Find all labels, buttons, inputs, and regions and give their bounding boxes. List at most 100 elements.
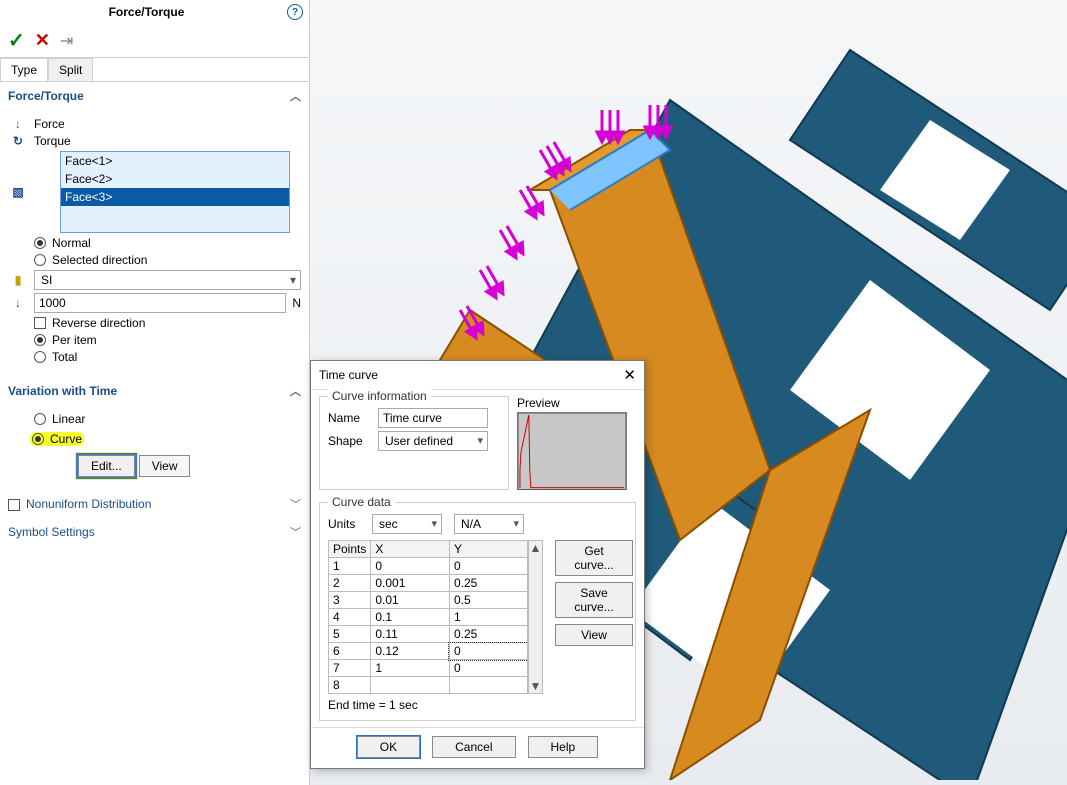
view-curve-button[interactable]: View bbox=[555, 624, 633, 646]
table-row: 100 bbox=[329, 558, 528, 575]
radio-off-icon bbox=[34, 413, 46, 425]
panel-header: Force/Torque ? bbox=[0, 0, 309, 24]
face-item[interactable]: Face<1> bbox=[61, 152, 289, 170]
table-row: 50.110.25 bbox=[329, 626, 528, 643]
radio-on-icon bbox=[32, 433, 44, 445]
section-nonuniform-title: Nonuniform Distribution bbox=[26, 497, 151, 511]
radio-off-icon bbox=[34, 254, 46, 266]
close-icon[interactable]: ✕ bbox=[623, 366, 636, 384]
cancel-icon[interactable]: ✕ bbox=[35, 30, 50, 51]
accept-icon[interactable]: ✓ bbox=[8, 28, 25, 53]
section-variation-body: Linear Curve Edit... View bbox=[0, 405, 309, 490]
section-nonuniform-header[interactable]: Nonuniform Distribution ﹀ bbox=[0, 490, 309, 518]
table-row: 30.010.5 bbox=[329, 592, 528, 609]
radio-on-icon bbox=[34, 334, 46, 346]
units-icon: ▮ bbox=[8, 273, 28, 287]
units-y-select[interactable]: N/A bbox=[454, 514, 524, 534]
view-button[interactable]: View bbox=[139, 455, 191, 477]
edit-button[interactable]: Edit... bbox=[78, 455, 135, 477]
help-icon[interactable]: ? bbox=[287, 4, 303, 20]
per-item-label: Per item bbox=[52, 333, 97, 347]
chevron-up-icon: ︿ bbox=[290, 88, 301, 104]
table-scrollbar[interactable]: ▲▼ bbox=[528, 540, 543, 694]
force-value-icon: ↓ bbox=[8, 296, 28, 310]
curve-side-buttons: Get curve... Save curve... View bbox=[555, 540, 633, 694]
per-item-radio[interactable]: Per item bbox=[34, 333, 301, 347]
variation-curve-label: Curve bbox=[50, 432, 82, 446]
tab-row: Type Split bbox=[0, 58, 309, 82]
force-icon: ↓ bbox=[8, 117, 28, 131]
unit-system-select[interactable]: SI bbox=[34, 270, 301, 290]
curve-data-legend: Curve data bbox=[328, 495, 395, 509]
dialog-title: Time curve bbox=[319, 368, 378, 382]
direction-radio-selected[interactable]: Selected direction bbox=[34, 253, 301, 267]
col-points: Points bbox=[329, 541, 371, 558]
section-forcetorque-body: ↓ Force ↻ Torque ▧ Face<1> Face<2> Face<… bbox=[0, 110, 309, 377]
section-variation-header[interactable]: Variation with Time ︿ bbox=[0, 377, 309, 405]
section-forcetorque-header[interactable]: Force/Torque ︿ bbox=[0, 82, 309, 110]
checkbox-off-icon bbox=[34, 317, 46, 329]
preview-box bbox=[517, 412, 627, 490]
ok-button[interactable]: OK bbox=[357, 736, 420, 758]
force-label[interactable]: Force bbox=[34, 117, 65, 131]
cancel-button[interactable]: Cancel bbox=[432, 736, 515, 758]
chevron-down-icon: ﹀ bbox=[290, 496, 301, 512]
units-x-select[interactable]: sec bbox=[372, 514, 442, 534]
variation-linear-radio[interactable]: Linear bbox=[34, 412, 301, 426]
get-curve-button[interactable]: Get curve... bbox=[555, 540, 633, 576]
time-curve-dialog: Time curve ✕ Curve information Name Shap… bbox=[310, 360, 645, 769]
curve-data-group: Curve data Units sec N/A Points X Y 100 … bbox=[319, 502, 636, 721]
force-value-input[interactable]: 1000 bbox=[34, 293, 286, 313]
curve-name-input[interactable] bbox=[378, 408, 488, 428]
checkbox-off-icon bbox=[8, 499, 20, 511]
dialog-button-row: OK Cancel Help bbox=[311, 727, 644, 768]
panel-title: Force/Torque bbox=[6, 5, 287, 19]
chevron-up-icon: ︿ bbox=[290, 383, 301, 399]
face-selection-list[interactable]: Face<1> Face<2> Face<3> bbox=[60, 151, 290, 233]
curve-info-legend: Curve information bbox=[328, 389, 431, 403]
variation-curve-radio[interactable]: Curve bbox=[30, 432, 84, 446]
property-panel: Force/Torque ? ✓ ✕ ⇥ Type Split Force/To… bbox=[0, 0, 310, 785]
direction-selected-label: Selected direction bbox=[52, 253, 147, 267]
col-x: X bbox=[371, 541, 450, 558]
col-y: Y bbox=[449, 541, 527, 558]
pin-icon[interactable]: ⇥ bbox=[60, 31, 73, 51]
reverse-direction-checkbox[interactable]: Reverse direction bbox=[34, 316, 301, 330]
shape-select[interactable]: User defined bbox=[378, 431, 488, 451]
table-row: 20.0010.25 bbox=[329, 575, 528, 592]
scroll-down-icon[interactable]: ▼ bbox=[530, 679, 542, 693]
table-row: 710 bbox=[329, 660, 528, 677]
help-button[interactable]: Help bbox=[528, 736, 599, 758]
units-label: Units bbox=[328, 517, 366, 531]
tab-split[interactable]: Split bbox=[48, 58, 93, 81]
total-label: Total bbox=[52, 350, 77, 364]
save-curve-button[interactable]: Save curve... bbox=[555, 582, 633, 618]
section-forcetorque-title: Force/Torque bbox=[8, 89, 84, 103]
face-item[interactable]: Face<2> bbox=[61, 170, 289, 188]
torque-label[interactable]: Torque bbox=[34, 134, 71, 148]
force-unit-label: N bbox=[292, 296, 301, 310]
section-symbol-title: Symbol Settings bbox=[8, 525, 95, 539]
confirm-row: ✓ ✕ ⇥ bbox=[0, 24, 309, 58]
variation-linear-label: Linear bbox=[52, 412, 85, 426]
tab-type[interactable]: Type bbox=[0, 58, 48, 81]
dialog-titlebar[interactable]: Time curve ✕ bbox=[311, 361, 644, 390]
end-time-label: End time = 1 sec bbox=[328, 698, 627, 712]
total-radio[interactable]: Total bbox=[34, 350, 301, 364]
direction-normal-label: Normal bbox=[52, 236, 91, 250]
curve-data-table[interactable]: Points X Y 100 20.0010.25 30.010.5 40.11… bbox=[328, 540, 528, 694]
table-row: 8 bbox=[329, 677, 528, 694]
radio-off-icon bbox=[34, 351, 46, 363]
reverse-direction-label: Reverse direction bbox=[52, 316, 145, 330]
shape-label: Shape bbox=[328, 434, 372, 448]
selection-icon: ▧ bbox=[8, 185, 28, 199]
scroll-up-icon[interactable]: ▲ bbox=[530, 541, 542, 555]
preview-area: Preview bbox=[517, 396, 627, 490]
face-item-selected[interactable]: Face<3> bbox=[61, 188, 289, 206]
direction-radio-normal[interactable]: Normal bbox=[34, 236, 301, 250]
chevron-down-icon: ﹀ bbox=[290, 524, 301, 540]
section-symbol-header[interactable]: Symbol Settings ﹀ bbox=[0, 518, 309, 546]
curve-info-group: Curve information Name Shape User define… bbox=[319, 396, 509, 490]
section-variation-title: Variation with Time bbox=[8, 384, 117, 398]
preview-label: Preview bbox=[517, 396, 627, 410]
